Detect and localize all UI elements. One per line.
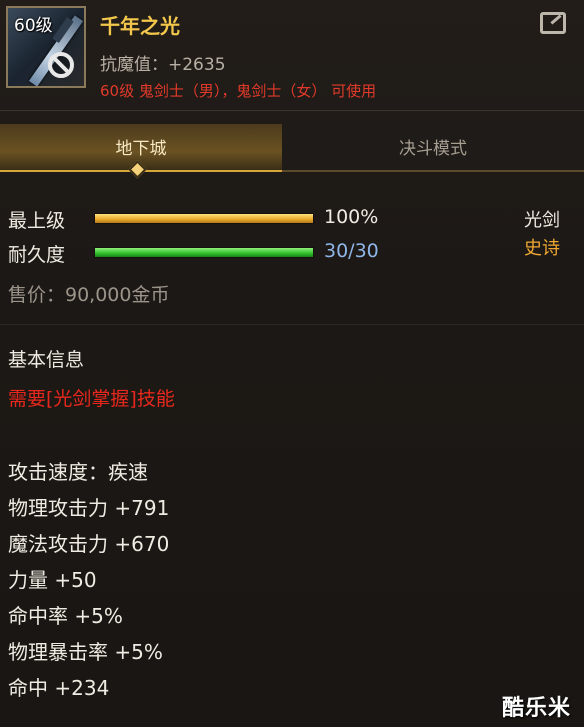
usable-classes: 60级 鬼剑士（男），鬼剑士（女） 可使用 xyxy=(100,82,377,100)
durability-label: 耐久度 xyxy=(8,244,66,266)
durability-value: 30/30 xyxy=(324,240,379,262)
stat-line: 力量 +50 xyxy=(8,568,97,592)
stat-line: 魔法攻击力 +670 xyxy=(8,532,170,556)
rarity-label: 史诗 xyxy=(524,238,560,259)
tab-duel-label: 决斗模式 xyxy=(399,139,467,159)
tab-dungeon-label: 地下城 xyxy=(115,139,167,159)
no-entry-icon xyxy=(48,52,74,78)
sell-price: 售价：90,000金币 xyxy=(8,284,170,306)
skill-requirement: 需要[光剑掌握]技能 xyxy=(8,388,175,410)
basic-info-title: 基本信息 xyxy=(8,349,85,371)
weapon-type: 光剑 xyxy=(524,210,560,231)
header-divider xyxy=(0,110,584,111)
magic-resist: 抗魔值：+2635 xyxy=(100,55,226,75)
stat-line: 物理攻击力 +791 xyxy=(8,496,170,520)
durability-bar-fill xyxy=(95,248,313,257)
stat-line: 物理暴击率 +5% xyxy=(8,640,163,664)
share-icon[interactable] xyxy=(540,12,566,34)
upgrade-bar-fill xyxy=(95,214,313,223)
durability-bar xyxy=(94,247,314,258)
item-tooltip-panel: 60级 千年之光 抗魔值：+2635 60级 鬼剑士（男），鬼剑士（女） 可使用… xyxy=(0,0,584,727)
item-name: 千年之光 xyxy=(100,14,180,38)
upgrade-label: 最上级 xyxy=(8,210,66,232)
section-divider xyxy=(0,324,584,325)
item-icon-slot[interactable]: 60级 xyxy=(6,6,86,88)
upgrade-bar xyxy=(94,213,314,224)
stat-line: 攻击速度：疾速 xyxy=(8,460,148,484)
watermark-logo: 酷乐米 xyxy=(502,696,572,721)
upgrade-value: 100% xyxy=(324,206,379,228)
item-level-badge: 60级 xyxy=(14,16,53,36)
stat-line: 命中 +234 xyxy=(8,676,110,700)
tab-duel-mode[interactable]: 决斗模式 xyxy=(282,124,584,172)
stat-line: 命中率 +5% xyxy=(8,604,123,628)
